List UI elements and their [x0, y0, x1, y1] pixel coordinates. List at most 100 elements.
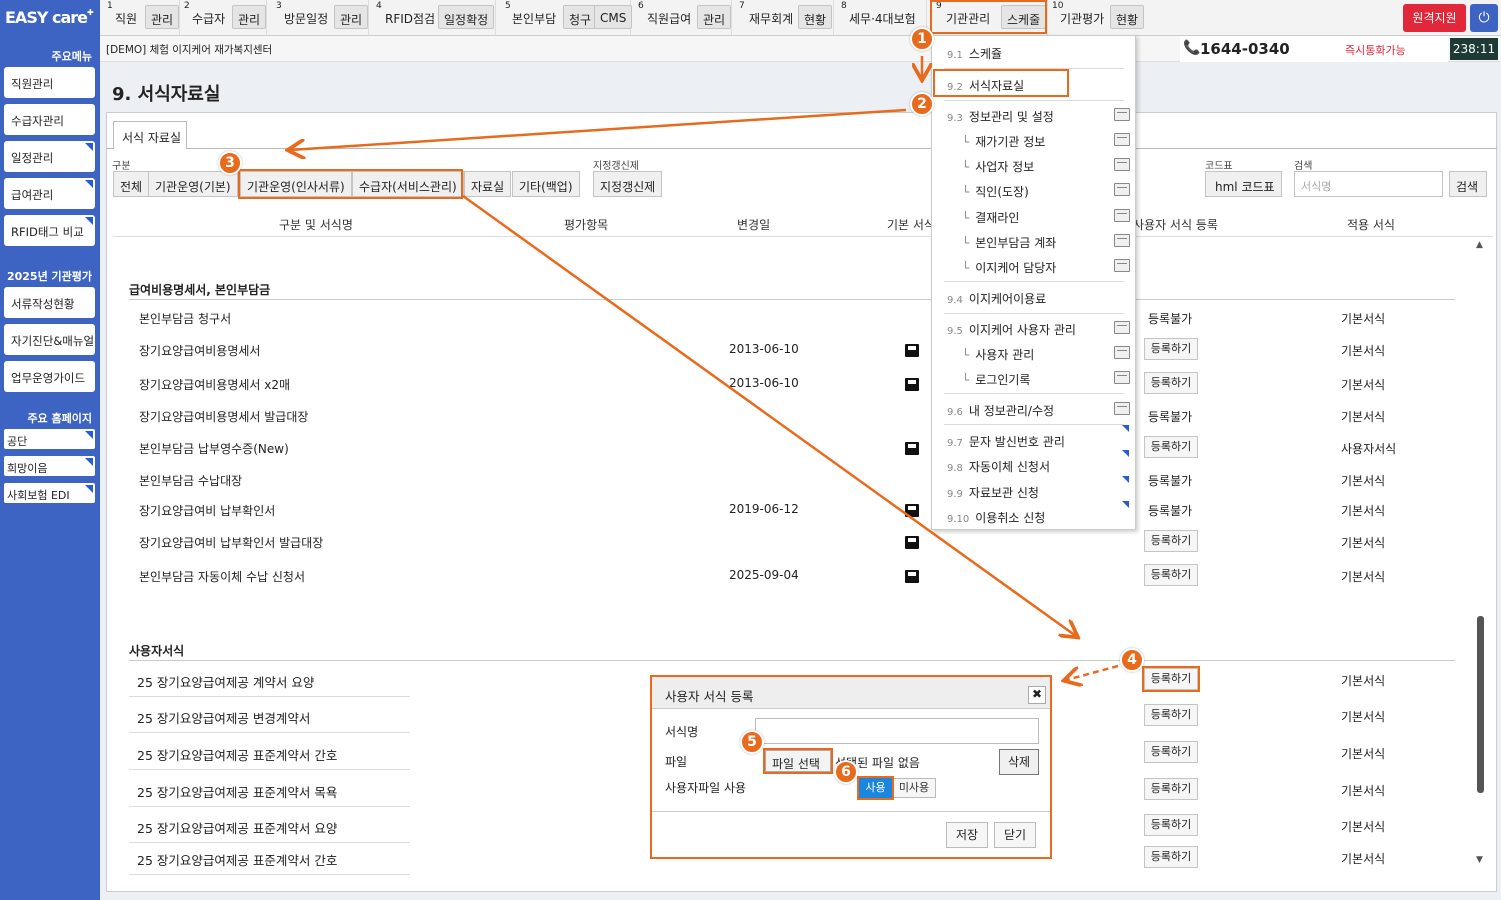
nav-payroll-manage-button[interactable]: 관리: [697, 5, 732, 29]
window-icon[interactable]: [1114, 108, 1130, 121]
nav-rfid-confirm-button[interactable]: 일정확정: [438, 5, 495, 29]
dropdown-item[interactable]: 9.6 내 정보관리/수정: [947, 402, 1054, 419]
search-input[interactable]: 서식명: [1294, 171, 1443, 197]
window-icon[interactable]: [1114, 133, 1130, 146]
dropdown-subitem[interactable]: └ 사용자 관리: [962, 346, 1034, 363]
dropdown-item[interactable]: 9.5 이지케어 사용자 관리: [947, 321, 1076, 338]
user-form-name[interactable]: 25 장기요양급여제공 변경계약서: [137, 708, 310, 727]
save-button[interactable]: 저장: [946, 822, 988, 848]
form-name[interactable]: 본인부담금 납부영수증(New): [139, 440, 289, 457]
logo[interactable]: EASY care✚: [5, 8, 94, 27]
sidebar-item-rfid[interactable]: RFID태그 비교: [4, 215, 95, 246]
nav-visit-manage-button[interactable]: 관리: [334, 5, 369, 29]
sidebar-item-staff[interactable]: 직원관리: [4, 67, 95, 98]
window-icon[interactable]: [1114, 183, 1130, 196]
nav-staff-manage-button[interactable]: 관리: [145, 5, 180, 29]
form-name[interactable]: 장기요양급여비용명세서 x2매: [139, 376, 290, 393]
form-name[interactable]: 장기요양급여비 납부확인서 발급대장: [139, 534, 323, 551]
form-name-input[interactable]: [755, 718, 1039, 744]
window-icon[interactable]: [1114, 371, 1130, 384]
close-icon[interactable]: ✖: [1028, 686, 1046, 704]
dropdown-subitem[interactable]: └ 사업자 정보: [962, 158, 1034, 175]
dropdown-subitem[interactable]: └ 결재라인: [962, 209, 1019, 226]
form-name[interactable]: 장기요양급여비 납부확인서: [139, 502, 275, 519]
save-icon[interactable]: [905, 344, 919, 357]
nav-copay-cms-button[interactable]: CMS: [594, 5, 633, 29]
dropdown-subitem[interactable]: └ 직인(도장): [962, 183, 1029, 200]
window-icon[interactable]: [1114, 209, 1130, 222]
dropdown-item[interactable]: 9.10 이용취소 신청: [947, 509, 1045, 526]
use-toggle-off[interactable]: 미사용: [892, 778, 936, 798]
dropdown-item[interactable]: 9.4 이지케어이용료: [947, 290, 1046, 307]
register-button[interactable]: 등록하기: [1144, 778, 1198, 800]
scroll-up-icon[interactable]: ▲: [1476, 240, 1483, 250]
window-icon[interactable]: [1114, 346, 1130, 359]
home-link-hope[interactable]: 희망이음: [4, 456, 95, 476]
nav-label[interactable]: 직원급여: [647, 10, 691, 27]
user-form-name[interactable]: 25 장기요양급여제공 표준계약서 간호: [137, 745, 337, 764]
window-icon[interactable]: [1114, 402, 1130, 415]
nav-accounting-status-button[interactable]: 현황: [798, 5, 833, 29]
form-name[interactable]: 본인부담금 자동이체 수납 신청서: [139, 568, 305, 585]
sidebar-item-payment[interactable]: 급여관리: [4, 178, 95, 209]
nav-label[interactable]: 기관평가: [1060, 10, 1104, 27]
nav-label[interactable]: 본인부담: [512, 10, 556, 27]
user-form-name[interactable]: 25 장기요양급여제공 표준계약서 간호: [137, 850, 337, 869]
form-name[interactable]: 장기요양급여비용명세서 발급대장: [139, 408, 308, 425]
close-button[interactable]: 닫기: [994, 822, 1036, 848]
user-form-name[interactable]: 25 장기요양급여제공 표준계약서 요양: [137, 818, 337, 837]
nav-label[interactable]: 재무회계: [749, 10, 793, 27]
form-name[interactable]: 장기요양급여비용명세서: [139, 342, 260, 359]
nav-label[interactable]: 방문일정: [284, 10, 328, 27]
register-button[interactable]: 등록하기: [1144, 338, 1198, 360]
sidebar-item-self-diagnosis[interactable]: 자기진단&매뉴얼: [4, 324, 95, 355]
save-icon[interactable]: [905, 570, 919, 583]
register-button[interactable]: 등록하기: [1144, 530, 1198, 552]
dropdown-subitem[interactable]: └ 본인부담금 계좌: [962, 234, 1056, 251]
save-icon[interactable]: [905, 504, 919, 517]
nav-label[interactable]: 직원: [115, 10, 137, 27]
window-icon[interactable]: [1114, 259, 1130, 272]
dropdown-subitem[interactable]: └ 이지케어 담당자: [962, 259, 1056, 276]
filter-basic-ops-button[interactable]: 기관운영(기본): [148, 171, 238, 197]
nav-recipients-manage-button[interactable]: 관리: [232, 5, 267, 29]
window-icon[interactable]: [1114, 234, 1130, 247]
nav-label[interactable]: RFID점검: [385, 10, 435, 27]
scroll-down-icon[interactable]: ▼: [1476, 855, 1483, 865]
sidebar-item-recipients[interactable]: 수급자관리: [4, 104, 95, 135]
dropdown-item[interactable]: 9.9 자료보관 신청: [947, 484, 1039, 501]
window-icon[interactable]: [1114, 158, 1130, 171]
sidebar-item-ops-guide[interactable]: 업무운영가이드: [4, 361, 95, 392]
register-button[interactable]: 등록하기: [1144, 704, 1198, 726]
filter-all-button[interactable]: 전체: [113, 171, 150, 197]
dropdown-subitem[interactable]: └ 재가기관 정보: [962, 133, 1045, 150]
home-link-edi[interactable]: 사회보험 EDI: [4, 483, 95, 503]
filter-resources-button[interactable]: 자료실: [464, 171, 512, 197]
register-button[interactable]: 등록하기: [1144, 564, 1198, 586]
sidebar-item-schedule[interactable]: 일정관리: [4, 141, 95, 172]
nav-label[interactable]: 수급자: [192, 10, 225, 27]
register-button[interactable]: 등록하기: [1144, 814, 1198, 836]
register-button[interactable]: 등록하기: [1144, 372, 1198, 394]
scrollbar-thumb[interactable]: [1477, 616, 1484, 793]
power-icon[interactable]: ⏻: [1470, 4, 1498, 32]
tab-form-library[interactable]: 서식 자료실: [113, 121, 187, 149]
dropdown-subitem[interactable]: └ 로그인기록: [962, 371, 1030, 388]
save-icon[interactable]: [905, 442, 919, 455]
register-button[interactable]: 등록하기: [1144, 741, 1198, 763]
delete-file-button[interactable]: 삭제: [999, 749, 1039, 775]
dropdown-item[interactable]: 9.1 스케쥴: [947, 45, 1002, 62]
filter-backup-button[interactable]: 기타(백업): [512, 171, 580, 197]
nav-copay-claim-button[interactable]: 청구: [563, 5, 598, 29]
sidebar-item-doc-status[interactable]: 서류작성현황: [4, 287, 95, 318]
designated-renewal-button[interactable]: 지정갱신제: [593, 171, 663, 197]
remote-support-button[interactable]: 원격지원: [1403, 4, 1466, 32]
save-icon[interactable]: [905, 378, 919, 391]
home-link-nhis[interactable]: 공단: [4, 429, 95, 449]
user-form-name[interactable]: 25 장기요양급여제공 계약서 요양: [137, 672, 314, 691]
register-button[interactable]: 등록하기: [1144, 436, 1198, 458]
search-button[interactable]: 검색: [1449, 171, 1487, 197]
form-name[interactable]: 본인부담금 수납대장: [139, 472, 242, 489]
register-button[interactable]: 등록하기: [1144, 846, 1198, 868]
nav-evaluation-status-button[interactable]: 현황: [1110, 5, 1145, 29]
